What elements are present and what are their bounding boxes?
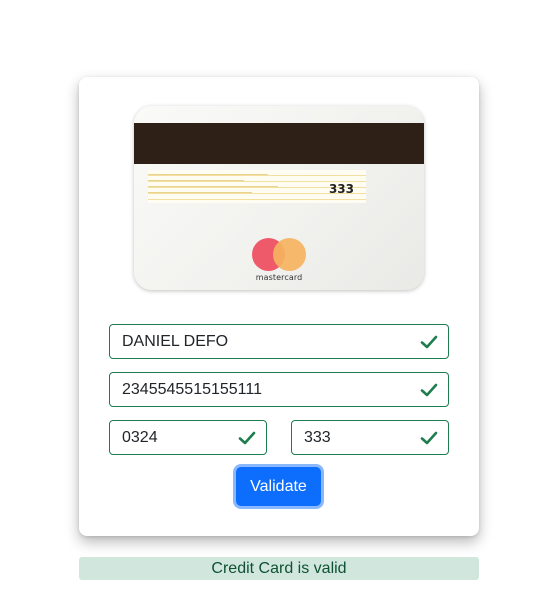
signature-strip: 333 <box>148 170 366 203</box>
validation-status-message: Credit Card is valid <box>79 557 479 580</box>
cvv-field[interactable] <box>291 420 449 455</box>
valid-check-icon <box>420 335 438 349</box>
expiry-date-field[interactable] <box>109 420 267 455</box>
mastercard-logo: mastercard <box>252 238 306 284</box>
valid-check-icon <box>420 383 438 397</box>
card-cvv-preview: 333 <box>328 182 354 196</box>
card-number-field[interactable] <box>109 372 449 407</box>
signature-line <box>148 180 244 181</box>
cardholder-name-input[interactable] <box>122 325 410 358</box>
valid-check-icon <box>238 431 256 445</box>
signature-line <box>148 186 278 187</box>
mastercard-yellow-circle <box>273 238 306 271</box>
expiry-date-input[interactable] <box>122 421 228 454</box>
signature-line <box>148 192 252 193</box>
credit-card-back-preview: 333 mastercard <box>134 106 424 290</box>
cvv-input[interactable] <box>304 421 410 454</box>
magnetic-stripe <box>134 123 424 164</box>
valid-check-icon <box>420 431 438 445</box>
validate-button[interactable]: Validate <box>236 467 321 506</box>
mastercard-wordmark: mastercard <box>255 273 303 282</box>
card-number-input[interactable] <box>122 373 410 406</box>
signature-line <box>148 174 268 175</box>
cardholder-name-field[interactable] <box>109 324 449 359</box>
